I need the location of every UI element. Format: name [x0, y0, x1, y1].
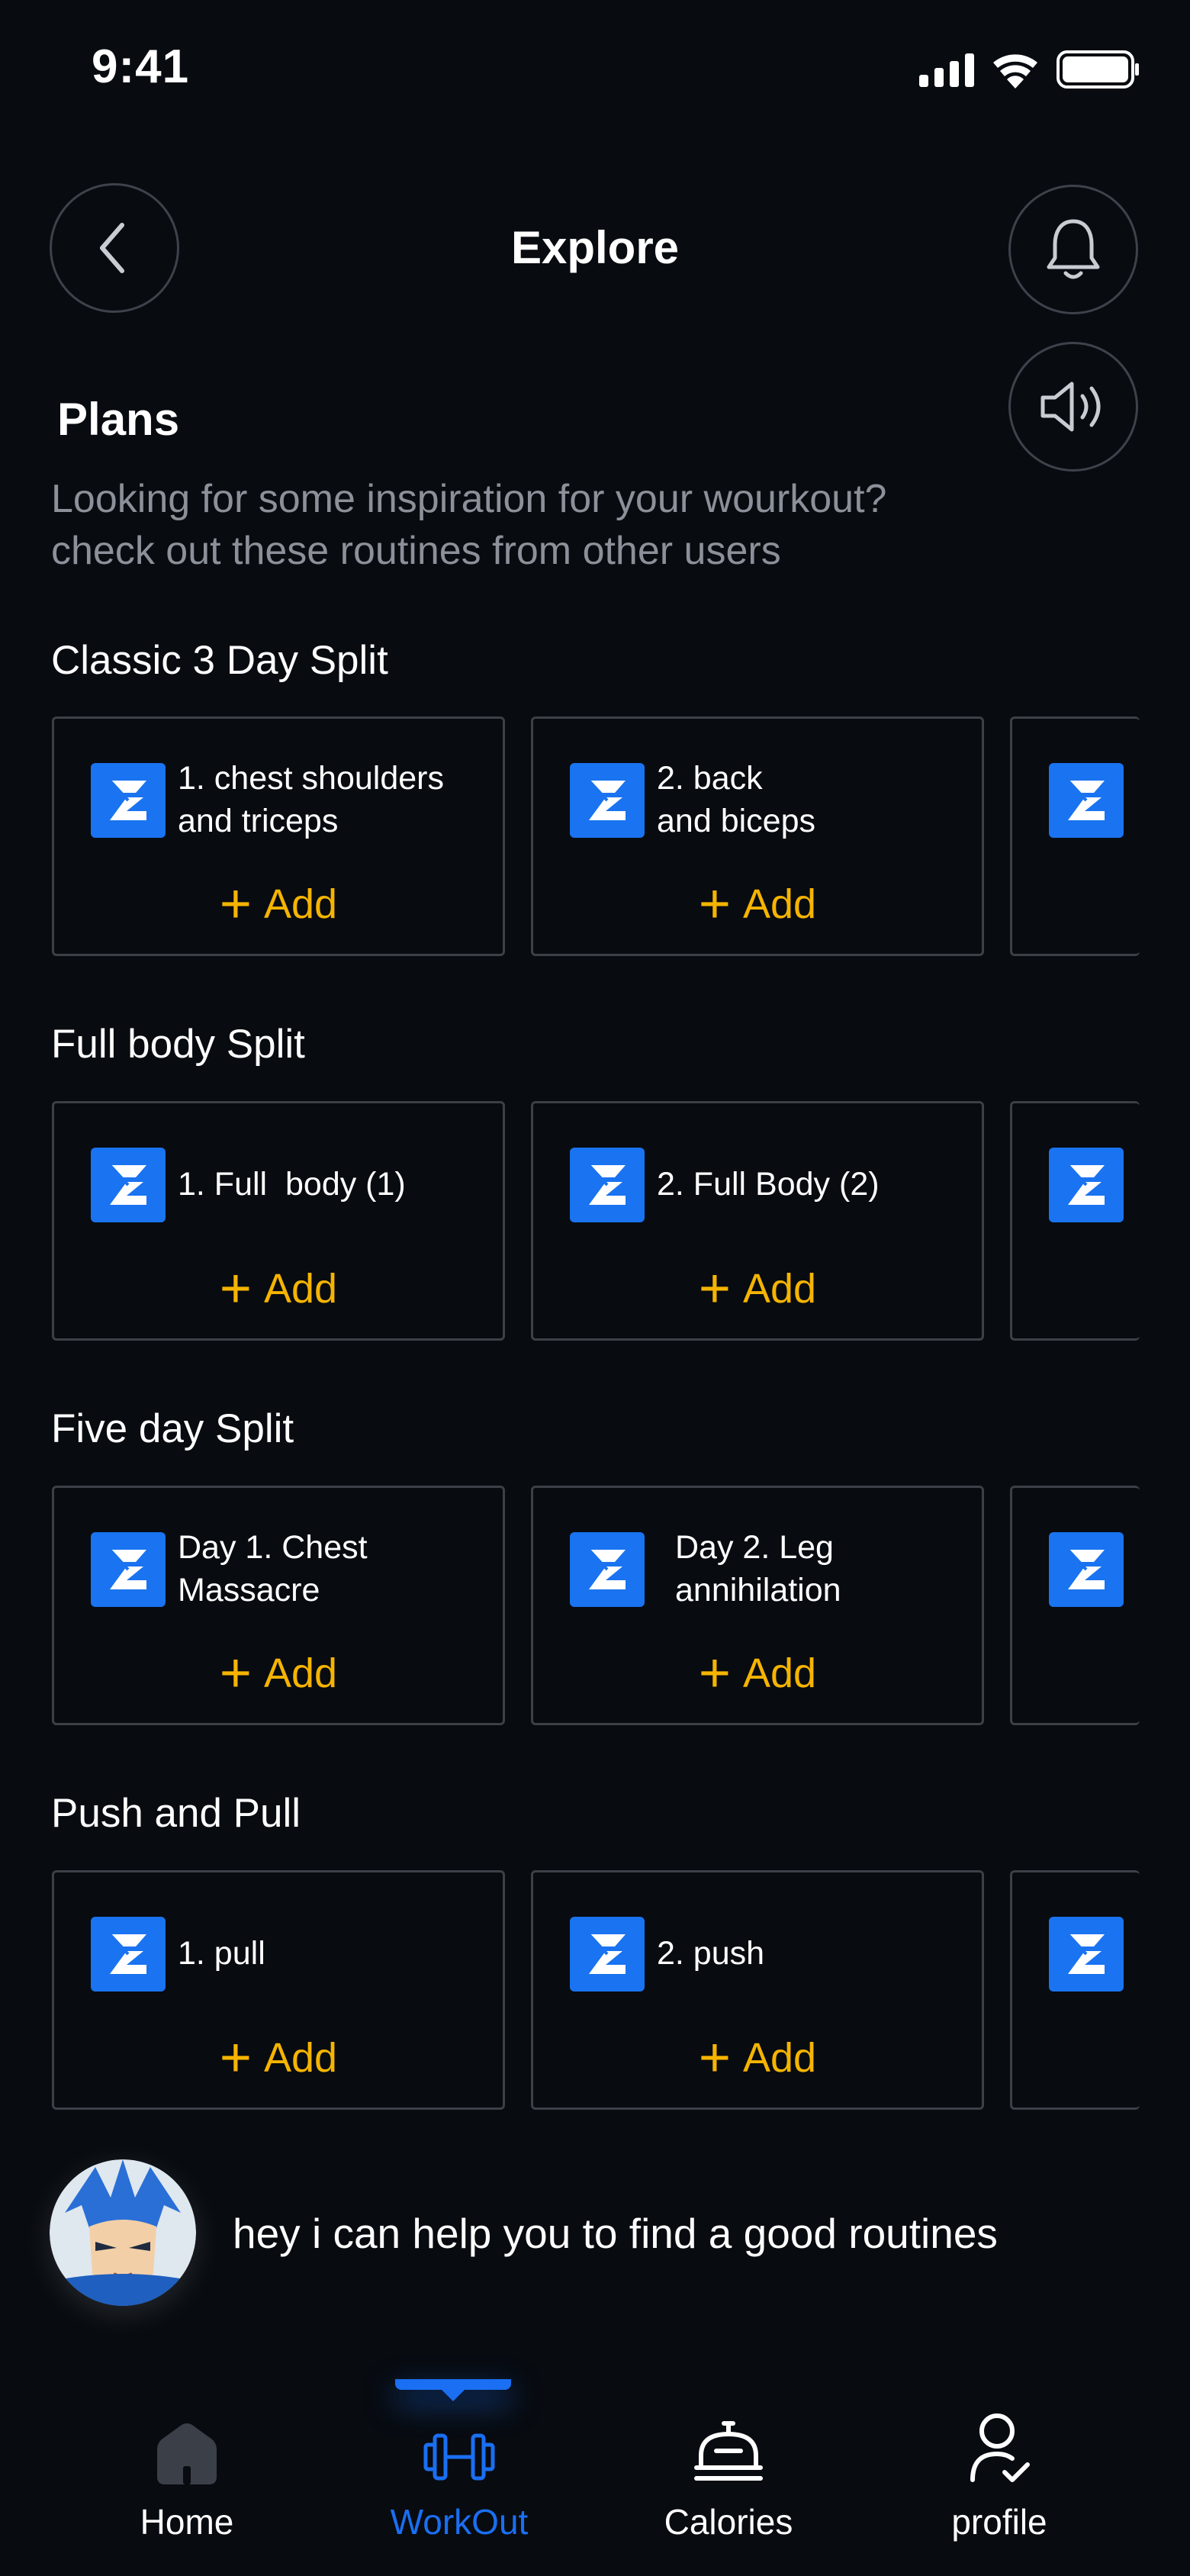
plus-icon: + — [219, 1258, 252, 1319]
routine-logo-icon — [1049, 1917, 1124, 1992]
assistant-avatar[interactable] — [50, 2159, 196, 2306]
anime-character-avatar-icon — [50, 2159, 196, 2306]
section-title: Push and Pull — [51, 1791, 301, 1836]
plus-icon: + — [698, 874, 731, 935]
plus-icon: + — [698, 1643, 731, 1704]
add-label: Add — [742, 1266, 817, 1312]
routine-card[interactable]: 1. Full body (1) + Add — [52, 1101, 505, 1341]
add-button[interactable]: + Add — [533, 874, 982, 935]
routine-logo-icon — [1049, 763, 1124, 838]
tab-calories[interactable]: Calories — [614, 2396, 843, 2571]
dumbbell-icon — [423, 2433, 495, 2481]
add-button[interactable]: + Add — [54, 1258, 503, 1319]
add-label: Add — [263, 881, 338, 927]
plans-subtitle-line: Looking for some inspiration for your wo… — [51, 477, 887, 521]
routine-name: 2. back and biceps — [657, 760, 815, 839]
tab-profile[interactable]: profile — [885, 2396, 1114, 2571]
routine-logo-icon — [91, 763, 166, 838]
routine-logo-icon — [570, 1148, 645, 1222]
tab-label: profile — [951, 2502, 1047, 2542]
routine-name: 2. Full Body (2) — [657, 1166, 880, 1203]
sound-button[interactable] — [1008, 342, 1138, 472]
user-check-icon — [970, 2413, 1030, 2482]
signal-icon — [919, 53, 974, 87]
tab-label: WorkOut — [390, 2502, 529, 2542]
add-label: Add — [263, 1266, 338, 1312]
plus-icon: + — [698, 1258, 731, 1319]
add-label: Add — [742, 1650, 817, 1696]
add-button[interactable]: + Add — [533, 2027, 982, 2088]
wifi-icon — [993, 54, 1037, 89]
routine-card[interactable]: Day 1. Chest Massacre + Add — [52, 1486, 505, 1725]
plans-subtitle-line: check out these routines from other user… — [51, 529, 781, 573]
plus-icon: + — [698, 2027, 731, 2088]
routine-logo-icon — [1049, 1532, 1124, 1607]
routine-card-partial[interactable] — [1010, 716, 1140, 956]
plus-icon: + — [219, 874, 252, 935]
add-label: Add — [742, 2035, 817, 2081]
battery-icon — [1057, 50, 1139, 89]
add-label: Add — [263, 2035, 338, 2081]
bell-icon — [1047, 219, 1100, 279]
routine-card[interactable]: 2. Full Body (2) + Add — [531, 1101, 984, 1341]
routine-name: Day 1. Chest Massacre — [178, 1529, 368, 1608]
plus-icon: + — [219, 1643, 252, 1704]
routine-logo-icon — [1049, 1148, 1124, 1222]
tab-label: Calories — [664, 2502, 793, 2542]
status-time: 9:41 — [92, 40, 190, 93]
routine-name: 1. chest shoulders and triceps — [178, 760, 444, 839]
routine-logo-icon — [570, 1532, 645, 1607]
food-cover-icon — [694, 2421, 763, 2481]
add-label: Add — [742, 881, 817, 927]
plans-subtitle: Looking for some inspiration for your wo… — [51, 473, 1058, 577]
routine-logo-icon — [570, 763, 645, 838]
routine-logo-icon — [570, 1917, 645, 1992]
add-button[interactable]: + Add — [533, 1643, 982, 1704]
routine-name: 1. pull — [178, 1935, 265, 1972]
section-title: Classic 3 Day Split — [51, 638, 388, 683]
tab-workout[interactable]: WorkOut — [345, 2396, 574, 2571]
plus-icon: + — [219, 2027, 252, 2088]
assistant-message: hey i can help you to find a good routin… — [233, 2210, 998, 2257]
add-button[interactable]: + Add — [54, 874, 503, 935]
routine-card-partial[interactable] — [1010, 1101, 1140, 1341]
speaker-icon — [1040, 382, 1101, 432]
routine-card[interactable]: 2. back and biceps + Add — [531, 716, 984, 956]
routine-name: Day 2. Leg annihilation — [675, 1529, 841, 1608]
routine-logo-icon — [91, 1917, 166, 1992]
home-icon — [157, 2423, 217, 2484]
add-label: Add — [263, 1650, 338, 1696]
active-tab-indicator — [395, 2379, 511, 2390]
routine-card[interactable]: 1. pull + Add — [52, 1870, 505, 2110]
tab-home[interactable]: Home — [72, 2396, 301, 2571]
routine-logo-icon — [91, 1148, 166, 1222]
routine-card-partial[interactable] — [1010, 1486, 1140, 1725]
routine-name: 2. push — [657, 1935, 765, 1972]
section-title: Full body Split — [51, 1022, 305, 1067]
section-title: Five day Split — [51, 1406, 294, 1451]
status-icons — [919, 50, 1139, 89]
routine-name: 1. Full body (1) — [178, 1166, 406, 1203]
add-button[interactable]: + Add — [533, 1258, 982, 1319]
plans-title: Plans — [57, 394, 180, 445]
routine-card[interactable]: 1. chest shoulders and triceps + Add — [52, 716, 505, 956]
routine-card[interactable]: 2. push + Add — [531, 1870, 984, 2110]
routine-card[interactable]: Day 2. Leg annihilation + Add — [531, 1486, 984, 1725]
add-button[interactable]: + Add — [54, 2027, 503, 2088]
notifications-button[interactable] — [1008, 185, 1138, 314]
tab-label: Home — [140, 2502, 234, 2542]
routine-logo-icon — [91, 1532, 166, 1607]
routine-card-partial[interactable] — [1010, 1870, 1140, 2110]
add-button[interactable]: + Add — [54, 1643, 503, 1704]
